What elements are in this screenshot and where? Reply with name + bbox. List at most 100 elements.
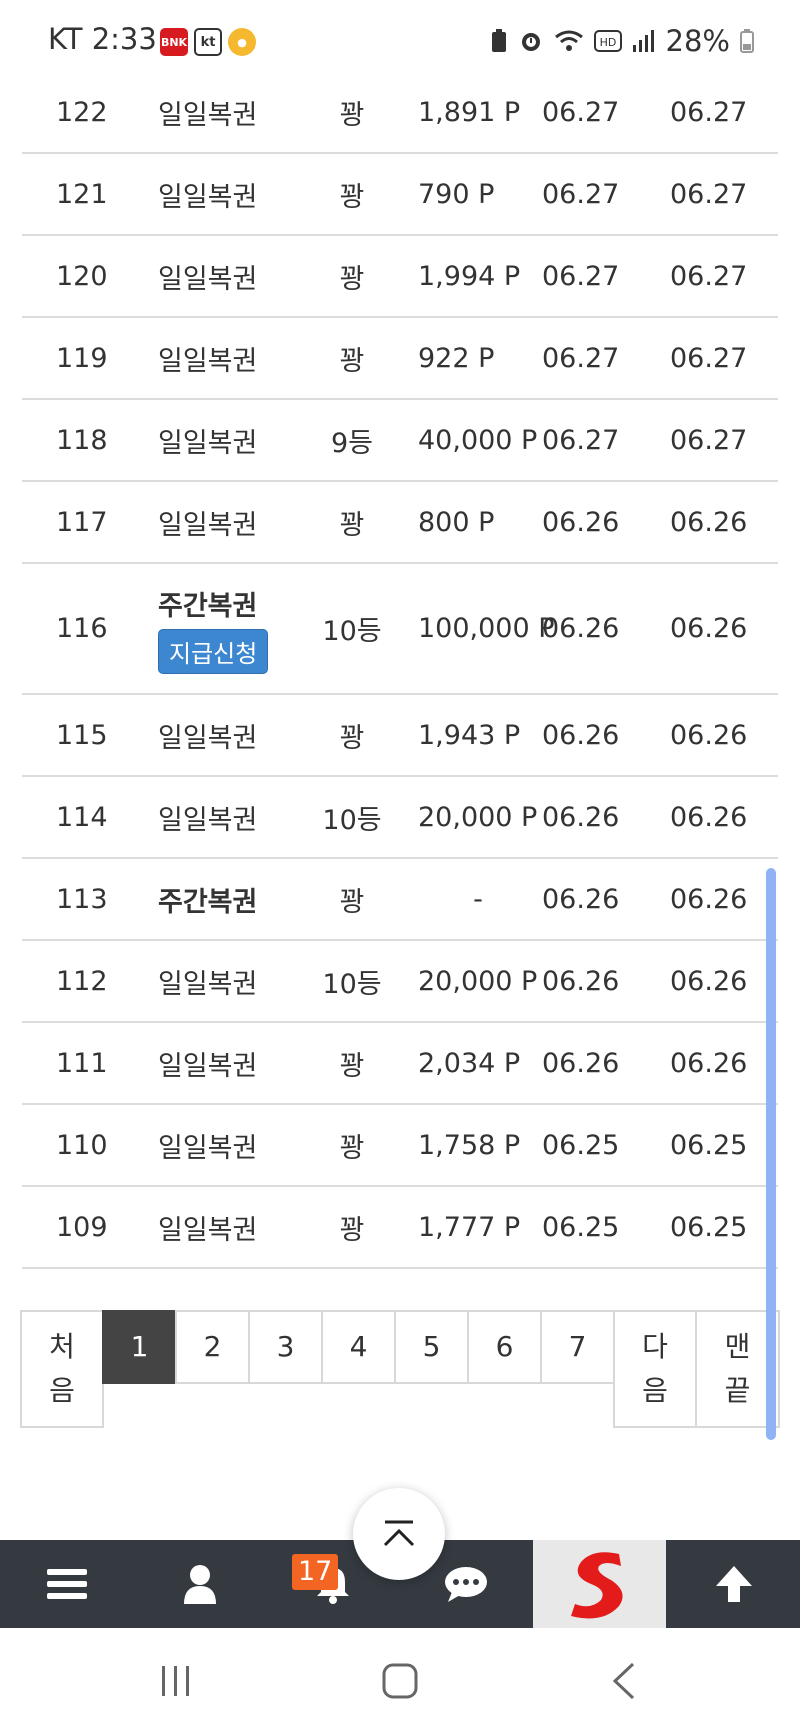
notification-count-badge: 17 bbox=[292, 1554, 339, 1590]
lottery-type: 일일복권 bbox=[158, 181, 258, 213]
page-next-button[interactable]: 다 음 bbox=[613, 1310, 697, 1428]
page-5-button[interactable]: 5 bbox=[394, 1310, 469, 1384]
status-time: KT 2:33 bbox=[48, 22, 157, 56]
issue-date-cell: 06.25 bbox=[542, 1211, 620, 1243]
rank-cell: 10등 bbox=[322, 968, 382, 1000]
chat-icon bbox=[444, 1567, 487, 1602]
site-logo-icon bbox=[570, 1552, 623, 1619]
page-1-button[interactable]: 1 bbox=[102, 1310, 177, 1384]
lottery-type: 일일복권 bbox=[158, 427, 258, 459]
table-row: 112 일일복권 10등 20,000 P 06.26 06.26 bbox=[22, 941, 778, 1023]
nav-site-logo[interactable] bbox=[533, 1540, 666, 1628]
row-number: 111 bbox=[56, 1047, 108, 1079]
row-number: 113 bbox=[56, 883, 108, 915]
draw-date-cell: 06.27 bbox=[670, 260, 748, 292]
rank-cell: 10등 bbox=[322, 804, 382, 836]
type-cell: 일일복권 bbox=[158, 695, 308, 775]
nav-arrow-up-button[interactable] bbox=[667, 1540, 800, 1628]
lottery-type: 일일복권 bbox=[158, 99, 258, 131]
page-7-button[interactable]: 7 bbox=[540, 1310, 615, 1384]
chevron-up-icon bbox=[383, 1520, 415, 1547]
battery-saver-icon bbox=[491, 29, 506, 52]
table-row: 119 일일복권 꽝 922 P 06.27 06.27 bbox=[22, 318, 778, 400]
table-row: 116 주간복권 지급신청 10등 100,000 P 06.26 06.26 bbox=[22, 564, 778, 695]
type-cell: 일일복권 bbox=[158, 941, 308, 1021]
nav-user-button[interactable] bbox=[133, 1540, 266, 1628]
battery-icon bbox=[740, 29, 754, 53]
type-cell: 주간복권 bbox=[158, 859, 308, 939]
issue-date-cell: 06.26 bbox=[542, 613, 620, 644]
draw-date-cell: 06.27 bbox=[670, 424, 748, 456]
type-cell: 일일복권 bbox=[158, 154, 308, 234]
lottery-type: 일일복권 bbox=[158, 1132, 258, 1164]
rank-cell: 꽝 bbox=[339, 509, 365, 541]
kt-app-icon: kt bbox=[194, 28, 222, 56]
scrollbar-thumb[interactable] bbox=[766, 868, 776, 1440]
home-icon bbox=[382, 1663, 418, 1699]
rank-cell: 꽝 bbox=[339, 181, 365, 213]
type-cell: 일일복권 bbox=[158, 1023, 308, 1103]
status-app-icons: BNK kt ● bbox=[160, 28, 256, 56]
lottery-type: 일일복권 bbox=[158, 1214, 258, 1246]
lottery-type: 주간복권 bbox=[158, 590, 258, 622]
table-row: 118 일일복권 9등 40,000 P 06.27 06.27 bbox=[22, 400, 778, 482]
lottery-type: 일일복권 bbox=[158, 1050, 258, 1082]
type-cell: 일일복권 bbox=[158, 1187, 308, 1267]
home-button[interactable] bbox=[340, 1628, 460, 1734]
arrow-up-icon bbox=[715, 1566, 752, 1602]
issue-date-cell: 06.27 bbox=[542, 178, 620, 210]
issue-date-cell: 06.26 bbox=[542, 719, 620, 751]
rank-cell: 꽝 bbox=[339, 263, 365, 295]
table-row: 109 일일복권 꽝 1,777 P 06.25 06.25 bbox=[22, 1187, 778, 1269]
issue-date-cell: 06.26 bbox=[542, 801, 620, 833]
page-first-button[interactable]: 처 음 bbox=[20, 1310, 104, 1428]
recent-apps-button[interactable] bbox=[116, 1628, 236, 1734]
type-cell: 주간복권지급신청 bbox=[158, 564, 308, 693]
claim-payout-button[interactable]: 지급신청 bbox=[158, 628, 269, 674]
draw-date-cell: 06.25 bbox=[670, 1211, 748, 1243]
row-number: 115 bbox=[56, 719, 108, 751]
lottery-type: 주간복권 bbox=[158, 886, 258, 918]
svg-text:HD: HD bbox=[599, 36, 616, 49]
lottery-type: 일일복권 bbox=[158, 509, 258, 541]
page-3-button[interactable]: 3 bbox=[248, 1310, 323, 1384]
row-number: 110 bbox=[56, 1129, 108, 1161]
page-6-button[interactable]: 6 bbox=[467, 1310, 542, 1384]
back-button[interactable] bbox=[564, 1628, 684, 1734]
lottery-type: 일일복권 bbox=[158, 722, 258, 754]
draw-date-cell: 06.26 bbox=[670, 613, 748, 644]
type-cell: 일일복권 bbox=[158, 318, 308, 398]
pagination: 처 음 1 2 3 4 5 6 7 다 음 맨 끝 bbox=[20, 1310, 780, 1430]
draw-date-cell: 06.26 bbox=[670, 1047, 748, 1079]
page-2-button[interactable]: 2 bbox=[175, 1310, 250, 1384]
wifi-icon bbox=[554, 30, 583, 51]
user-icon bbox=[183, 1565, 216, 1604]
row-number: 118 bbox=[56, 424, 108, 456]
rank-cell: 꽝 bbox=[339, 99, 365, 131]
draw-date-cell: 06.26 bbox=[670, 801, 748, 833]
table-row: 115 일일복권 꽝 1,943 P 06.26 06.26 bbox=[22, 695, 778, 777]
table-row: 114 일일복권 10등 20,000 P 06.26 06.26 bbox=[22, 777, 778, 859]
lottery-type: 일일복권 bbox=[158, 804, 258, 836]
rank-cell: 꽝 bbox=[339, 1132, 365, 1164]
rank-cell: 꽝 bbox=[339, 345, 365, 377]
nav-menu-button[interactable] bbox=[0, 1540, 133, 1628]
lottery-type: 일일복권 bbox=[158, 263, 258, 295]
row-number: 109 bbox=[56, 1211, 108, 1243]
type-cell: 일일복권 bbox=[158, 482, 308, 562]
recent-apps-icon bbox=[162, 1666, 189, 1696]
row-number: 117 bbox=[56, 506, 108, 538]
draw-date-cell: 06.26 bbox=[670, 883, 748, 915]
issue-date-cell: 06.25 bbox=[542, 1129, 620, 1161]
rank-cell: 꽝 bbox=[339, 1050, 365, 1082]
table-row: 111 일일복권 꽝 2,034 P 06.26 06.26 bbox=[22, 1023, 778, 1105]
page-4-button[interactable]: 4 bbox=[321, 1310, 396, 1384]
draw-date-cell: 06.27 bbox=[670, 342, 748, 374]
issue-date-cell: 06.27 bbox=[542, 424, 620, 456]
back-icon bbox=[612, 1662, 635, 1700]
type-cell: 일일복권 bbox=[158, 777, 308, 857]
lottery-history-table: 122 일일복권 꽝 1,891 P 06.27 06.27 121 일일복권 꽝 790 P 06… bbox=[22, 72, 778, 1269]
rank-cell: 꽝 bbox=[339, 722, 365, 754]
type-cell: 일일복권 bbox=[158, 1105, 308, 1185]
scroll-top-button[interactable] bbox=[353, 1488, 445, 1580]
